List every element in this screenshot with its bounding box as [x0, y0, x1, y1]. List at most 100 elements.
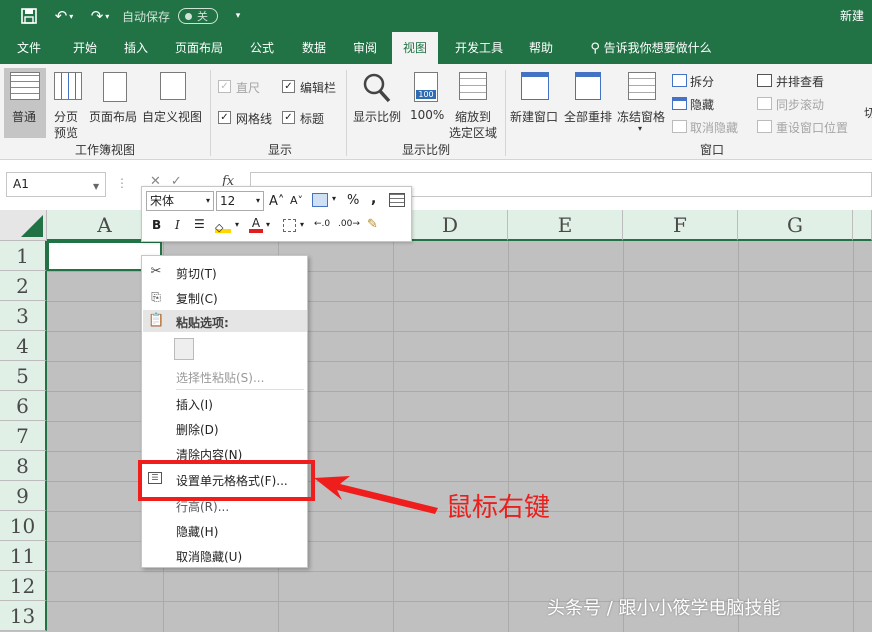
- freeze-panes-icon: [628, 72, 656, 100]
- reset-window-position-button[interactable]: 重设窗口位置: [776, 119, 848, 136]
- tab-formulas[interactable]: 公式: [239, 32, 285, 64]
- tab-view[interactable]: 视图: [392, 32, 438, 64]
- increase-decimal-icon[interactable]: ←.0: [314, 219, 330, 229]
- page-layout-button[interactable]: 页面布局: [89, 68, 141, 138]
- row-header-13[interactable]: 13: [0, 601, 47, 631]
- save-icon[interactable]: [14, 0, 44, 32]
- fill-color-icon[interactable]: ◇: [215, 220, 231, 234]
- customize-qat-icon[interactable]: ▾: [228, 0, 248, 32]
- tell-me-search[interactable]: ⚲ 告诉我你想要做什么: [576, 32, 726, 64]
- redo-icon[interactable]: ↷ ▾: [84, 0, 116, 32]
- tab-home[interactable]: 开始: [62, 32, 108, 64]
- unhide-window-button[interactable]: 取消隐藏: [690, 119, 738, 136]
- undo-icon[interactable]: ↶ ▾: [48, 0, 80, 32]
- split-icon: [672, 74, 687, 87]
- zoom-label: 显示比例: [353, 110, 402, 124]
- formula-bar-checkbox[interactable]: ✓: [282, 80, 295, 93]
- menu-unhide[interactable]: 取消隐藏(U): [176, 548, 242, 565]
- gridlines-checkbox[interactable]: ✓: [218, 111, 231, 124]
- column-header-e[interactable]: E: [508, 210, 623, 241]
- format-painter-table-icon[interactable]: [389, 193, 405, 207]
- custom-views-button[interactable]: 自定义视图: [142, 68, 206, 138]
- chevron-down-icon[interactable]: ▾: [332, 194, 336, 203]
- comma-style-icon[interactable]: ,: [371, 191, 376, 207]
- switch-windows-button[interactable]: 切: [864, 104, 872, 121]
- tab-review[interactable]: 审阅: [342, 32, 388, 64]
- row-header-10[interactable]: 10: [0, 511, 47, 541]
- tab-file[interactable]: 文件: [6, 32, 52, 64]
- row-header-8[interactable]: 8: [0, 451, 47, 481]
- column-header-next[interactable]: [853, 210, 872, 241]
- menu-delete[interactable]: 删除(D): [176, 421, 219, 438]
- paste-clipboard-icon[interactable]: [174, 338, 194, 360]
- select-all-button[interactable]: [0, 210, 47, 241]
- menu-cut[interactable]: 剪切(T): [176, 265, 217, 282]
- chevron-down-icon[interactable]: ▾: [300, 220, 304, 229]
- row-header-6[interactable]: 6: [0, 391, 47, 421]
- tab-developer[interactable]: 开发工具: [446, 32, 512, 64]
- group-divider: [505, 70, 506, 156]
- normal-view-icon: [10, 72, 40, 100]
- align-center-icon[interactable]: ☰: [194, 217, 205, 231]
- gridline: [508, 241, 509, 632]
- tab-insert[interactable]: 插入: [113, 32, 159, 64]
- zoom-to-selection-button[interactable]: 缩放到 选定区域: [446, 68, 500, 140]
- view-side-by-side-button[interactable]: 并排查看: [776, 73, 824, 90]
- menu-insert[interactable]: 插入(I): [176, 396, 213, 413]
- bold-button[interactable]: B: [152, 218, 161, 232]
- ruler-checkbox[interactable]: ✓: [218, 80, 231, 93]
- menu-hide[interactable]: 隐藏(H): [176, 523, 218, 540]
- new-window-button[interactable]: 新建窗口: [509, 68, 561, 138]
- zoom-100-button[interactable]: 100 100%: [406, 68, 446, 138]
- headings-checkbox[interactable]: ✓: [282, 111, 295, 124]
- tab-data[interactable]: 数据: [291, 32, 337, 64]
- row-header-2[interactable]: 2: [0, 271, 47, 301]
- row-header-11[interactable]: 11: [0, 541, 47, 571]
- column-header-f[interactable]: F: [623, 210, 738, 241]
- font-name-box[interactable]: 宋体 ▾: [146, 191, 214, 211]
- gridline: [853, 241, 854, 632]
- chevron-down-icon[interactable]: ▾: [266, 220, 270, 229]
- zoom-100-badge: 100: [416, 90, 436, 99]
- row-header-1[interactable]: 1: [0, 241, 47, 271]
- menu-paste-special[interactable]: 选择性粘贴(S)...: [176, 369, 264, 386]
- zoom-selection-label-1: 缩放到: [455, 110, 492, 124]
- decrease-decimal-icon[interactable]: .00→: [338, 219, 360, 229]
- worksheet-grid[interactable]: A B C D E F G 1 2 3 4 5 6 7 8 9 10 11 12…: [0, 210, 872, 632]
- font-size-box[interactable]: 12 ▾: [216, 191, 264, 211]
- row-header-5[interactable]: 5: [0, 361, 47, 391]
- tab-page-layout[interactable]: 页面布局: [166, 32, 232, 64]
- chevron-down-icon[interactable]: ▾: [235, 220, 239, 229]
- chevron-down-icon: ▾: [255, 196, 260, 205]
- gridlines-label: 网格线: [236, 112, 273, 126]
- zoom-button[interactable]: 显示比例: [350, 68, 404, 138]
- row-header-3[interactable]: 3: [0, 301, 47, 331]
- accounting-format-icon[interactable]: [312, 193, 328, 207]
- column-header-g[interactable]: G: [738, 210, 853, 241]
- row-header-7[interactable]: 7: [0, 421, 47, 451]
- menu-copy[interactable]: 复制(C): [176, 290, 218, 307]
- arrange-all-button[interactable]: 全部重排: [563, 68, 615, 138]
- split-button[interactable]: 拆分: [690, 73, 714, 90]
- font-color-icon[interactable]: A: [249, 217, 263, 233]
- percent-style-icon[interactable]: %: [347, 193, 359, 208]
- row-header-4[interactable]: 4: [0, 331, 47, 361]
- format-painter-icon[interactable]: ✎: [367, 217, 378, 232]
- normal-view-button[interactable]: 普通: [4, 68, 46, 138]
- borders-icon[interactable]: [283, 219, 296, 232]
- page-break-preview-button[interactable]: 分页 预览: [48, 68, 88, 140]
- tab-help[interactable]: 帮助: [518, 32, 564, 64]
- row-header-12[interactable]: 12: [0, 571, 47, 601]
- autosave-label: 自动保存: [122, 10, 171, 24]
- hide-window-button[interactable]: 隐藏: [690, 96, 714, 113]
- freeze-panes-button[interactable]: 冻结窗格 ▾: [616, 68, 668, 138]
- custom-views-label: 自定义视图: [142, 110, 203, 124]
- chevron-down-icon[interactable]: ▼: [93, 182, 99, 191]
- decrease-font-icon[interactable]: A˅: [290, 194, 303, 207]
- increase-font-icon[interactable]: A˄: [269, 194, 284, 209]
- autosave-toggle[interactable]: 关: [178, 8, 218, 24]
- italic-button[interactable]: I: [175, 218, 180, 232]
- sync-scroll-button[interactable]: 同步滚动: [776, 96, 824, 113]
- row-header-9[interactable]: 9: [0, 481, 47, 511]
- name-box[interactable]: A1: [6, 172, 106, 197]
